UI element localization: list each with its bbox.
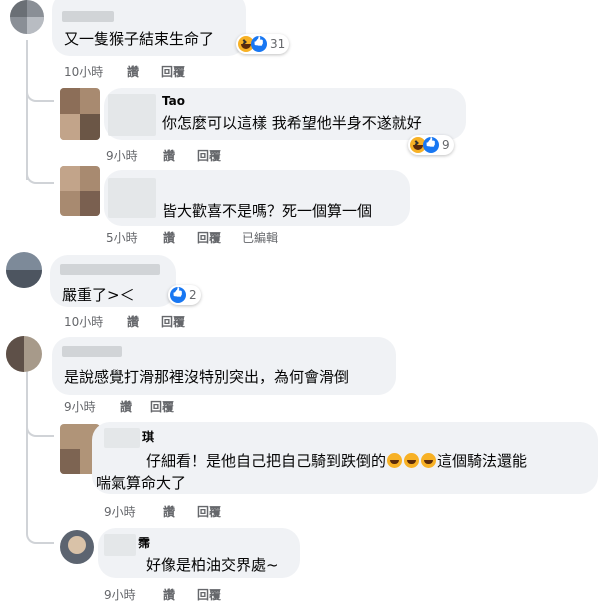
reply-button[interactable]: 回覆	[150, 398, 174, 415]
comment-time[interactable]: 9小時	[104, 586, 136, 603]
reply-button[interactable]: 回覆	[161, 313, 185, 330]
comment-bubble: 嚴重了>＜	[50, 255, 176, 307]
comment-bubble: Tao 你怎麼可以這樣 我希望他半身不遂就好	[104, 88, 466, 140]
comment-time[interactable]: 10小時	[64, 63, 103, 80]
author-name-fragment[interactable]: 霈	[138, 534, 150, 551]
reaction-count: 31	[270, 37, 286, 51]
comment-bubble: 是說感覺打滑那裡沒特別突出，為何會滑倒	[52, 337, 396, 395]
reaction-count: 9	[442, 138, 450, 152]
author-name-blurred[interactable]	[62, 346, 122, 357]
comment-bubble: 又一隻猴子結束生命了	[52, 0, 246, 56]
comment-text: 仔細看！是他自己把自己騎到跌倒的 這個騎法還能	[146, 450, 527, 471]
laughing-emoji-icon	[421, 453, 437, 468]
like-reaction-icon	[423, 137, 439, 153]
thread-line-1	[26, 40, 28, 180]
edited-label: 已編輯	[242, 231, 279, 245]
reaction-summary[interactable]: 31	[236, 34, 290, 54]
laughing-emoji-icon	[404, 453, 420, 468]
comment-time[interactable]: 9小時	[104, 503, 136, 520]
like-button[interactable]: 讚	[127, 63, 139, 80]
reply-button[interactable]: 回覆	[197, 229, 221, 246]
avatar[interactable]	[6, 336, 42, 372]
thread-connector-1a	[26, 80, 54, 102]
thread-connector-2b	[26, 500, 54, 544]
comment-time[interactable]: 9小時	[64, 398, 96, 415]
thread-connector-1b	[26, 160, 54, 184]
avatar[interactable]	[6, 252, 42, 288]
comment-time[interactable]: 5小時	[106, 229, 138, 246]
like-reaction-icon	[170, 287, 186, 303]
like-button[interactable]: 讚	[120, 398, 132, 415]
author-name-fragment[interactable]: 琪	[142, 428, 154, 445]
reaction-summary[interactable]: 2	[168, 285, 201, 305]
reply-button[interactable]: 回覆	[197, 503, 221, 520]
reaction-summary[interactable]: 9	[408, 135, 454, 155]
comment-bubble: 琪 仔細看！是他自己把自己騎到跌倒的 這個騎法還能 喘氣算命大了	[92, 422, 598, 494]
like-button[interactable]: 讚	[163, 586, 175, 603]
author-name-blurred[interactable]	[62, 11, 114, 22]
comment-bubble: 霈 好像是柏油交界處~	[98, 528, 300, 578]
like-button[interactable]: 讚	[163, 503, 175, 520]
comment-text: 你怎麼可以這樣 我希望他半身不遂就好	[162, 114, 422, 132]
comment-text-line-2: 喘氣算命大了	[96, 474, 187, 492]
like-reaction-icon	[251, 36, 267, 52]
comment-bubble: 皆大歡喜不是嗎？死一個算一個	[104, 170, 410, 226]
avatar[interactable]	[60, 88, 100, 140]
author-name-blurred	[104, 534, 136, 556]
reply-button[interactable]: 回覆	[197, 147, 221, 164]
comment-text: 嚴重了>＜	[62, 286, 135, 304]
thread-connector-2a	[26, 410, 54, 437]
author-name[interactable]: Tao	[162, 94, 185, 108]
reply-button[interactable]: 回覆	[197, 586, 221, 603]
comment-time[interactable]: 10小時	[64, 313, 103, 330]
comment-text-part-2: 這個騎法還能	[437, 452, 528, 470]
comment-text: 好像是柏油交界處~	[146, 556, 279, 574]
author-name-blurred	[108, 94, 156, 136]
author-name-blurred[interactable]	[60, 264, 160, 275]
avatar[interactable]	[60, 166, 100, 216]
comment-text: 又一隻猴子結束生命了	[64, 30, 215, 48]
reply-button[interactable]: 回覆	[161, 63, 185, 80]
laughing-emoji-icon	[387, 453, 403, 468]
comment-text-part-1: 仔細看！是他自己把自己騎到跌倒的	[146, 452, 387, 470]
avatar[interactable]	[60, 530, 94, 564]
comment-text: 皆大歡喜不是嗎？死一個算一個	[162, 202, 373, 220]
reaction-count: 2	[189, 288, 197, 302]
author-name-blurred	[104, 428, 140, 448]
like-button[interactable]: 讚	[163, 147, 175, 164]
author-name-blurred	[108, 178, 156, 218]
like-button[interactable]: 讚	[163, 229, 175, 246]
avatar[interactable]	[10, 0, 44, 34]
comment-text: 是說感覺打滑那裡沒特別突出，為何會滑倒	[64, 368, 350, 386]
comment-time[interactable]: 9小時	[106, 147, 138, 164]
like-button[interactable]: 讚	[127, 313, 139, 330]
